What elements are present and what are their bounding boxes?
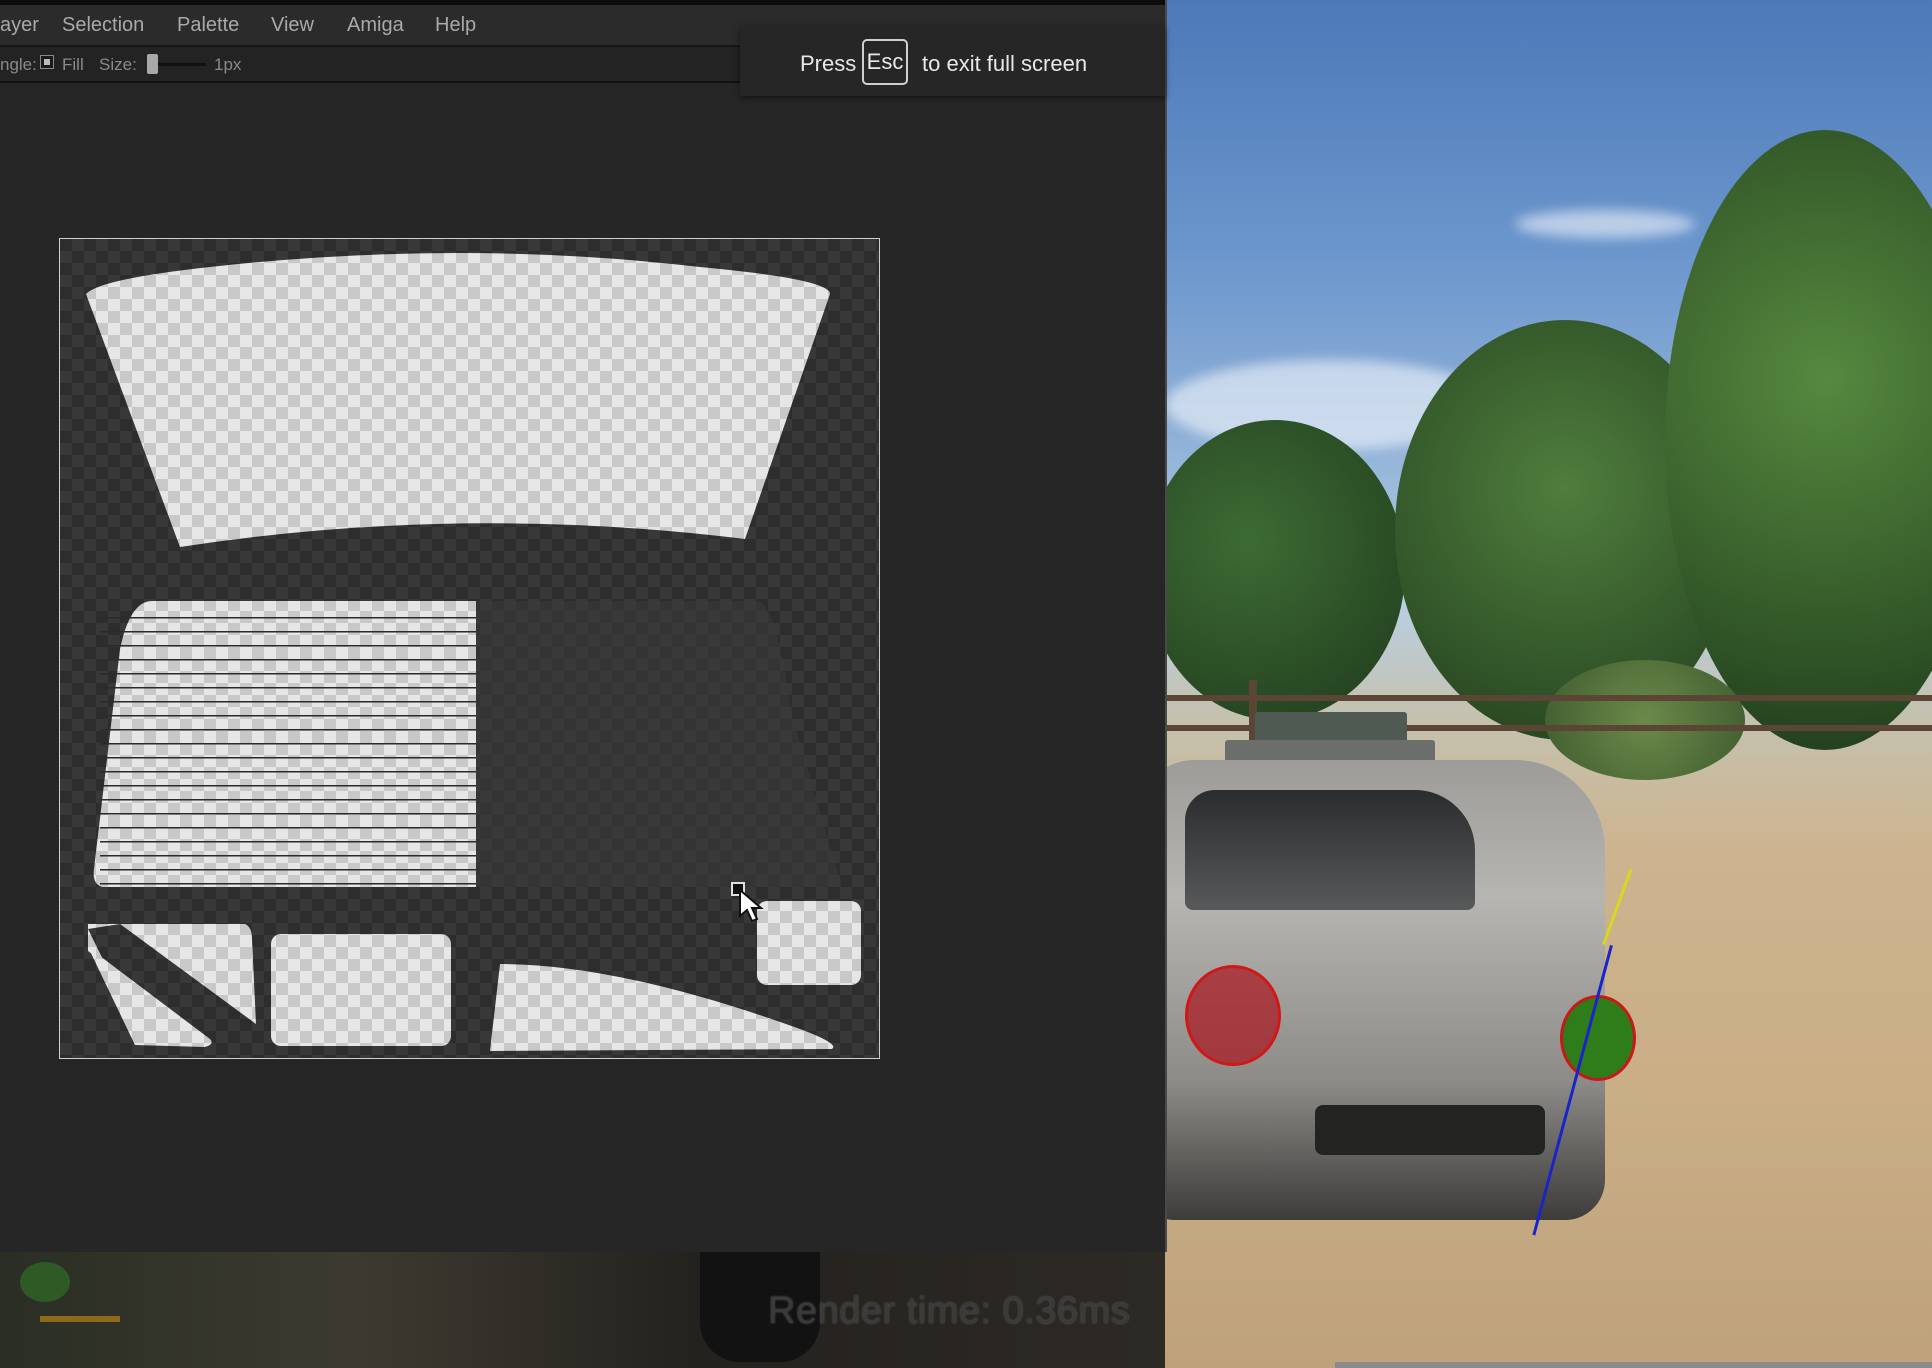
fullscreen-rest-text: to exit full screen	[922, 51, 1088, 76]
uv-rear-window-ghost	[476, 601, 842, 887]
bush	[1545, 660, 1745, 780]
fill-checkbox-icon[interactable]	[40, 55, 54, 69]
gizmo-axis-y[interactable]	[1602, 868, 1633, 945]
uv-windshield	[86, 253, 830, 547]
cloud	[1515, 210, 1695, 238]
tree	[1665, 130, 1932, 750]
paint-app-window: ayer Selection Palette View Amiga Help n…	[0, 0, 1167, 1252]
size-label: Size:	[99, 55, 137, 74]
angle-label: ngle:	[0, 55, 37, 74]
size-slider-track[interactable]	[150, 63, 206, 66]
menu-help[interactable]: Help	[435, 14, 476, 37]
uv-small-panel-mid	[271, 934, 451, 1046]
render-time-label: Render time: 0.36ms	[768, 1290, 1131, 1332]
hud-minimap-blob	[20, 1262, 70, 1302]
car-headlight-left	[1185, 965, 1281, 1066]
hud-bar	[40, 1316, 120, 1322]
size-slider-thumb[interactable]	[147, 54, 158, 74]
game-viewport	[1165, 0, 1932, 1368]
fill-label: Fill	[62, 55, 84, 74]
arrow-cursor-icon	[739, 888, 764, 923]
menu-amiga[interactable]: Amiga	[347, 14, 404, 37]
fence-rail	[1165, 695, 1932, 701]
uv-small-panel-right	[757, 901, 861, 985]
menu-layer[interactable]: ayer	[0, 14, 39, 37]
car-windshield	[1185, 790, 1475, 910]
car-grille	[1315, 1105, 1545, 1155]
drawing-canvas[interactable]	[59, 238, 880, 1059]
uv-template-shapes	[86, 253, 861, 1051]
menu-palette[interactable]: Palette	[177, 14, 239, 37]
esc-key-badge: Esc	[862, 39, 908, 85]
fullscreen-press-text: Press	[800, 51, 857, 76]
tree	[1165, 420, 1405, 720]
uv-defrost-lines	[100, 611, 476, 887]
menu-view[interactable]: View	[271, 14, 314, 37]
car-headlight-right	[1560, 995, 1636, 1081]
scroll-bar[interactable]	[1335, 1362, 1932, 1368]
fullscreen-notice: Press Esc to exit full screen	[740, 26, 1165, 96]
menu-selection[interactable]: Selection	[62, 14, 144, 37]
size-value: 1px	[214, 55, 242, 74]
